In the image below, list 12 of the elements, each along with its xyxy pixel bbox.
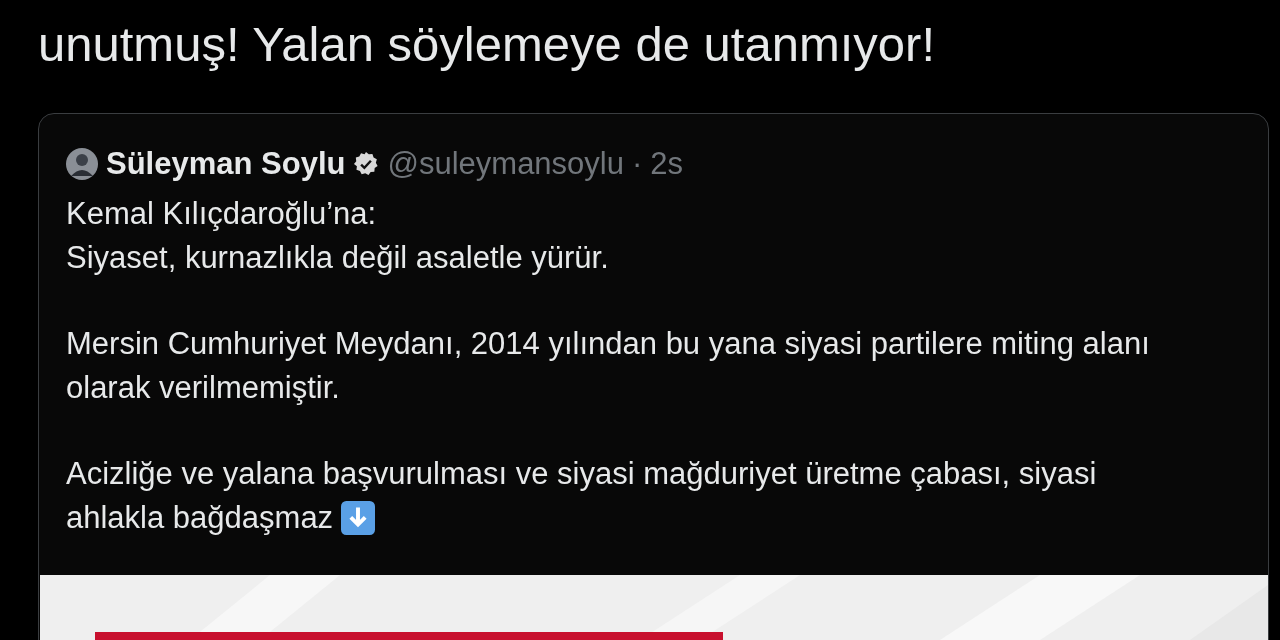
quoted-tweet-text: Acizliğe ve yalana başvurulması ve siyasi mağduriyet üretme çabası, siyasi xyxy=(66,455,1097,493)
separator-dot: · xyxy=(632,144,643,183)
author-handle: @suleymansoylu xyxy=(387,144,624,183)
quoted-tweet-text: olarak verilmemiştir. xyxy=(66,369,340,407)
quoted-tweet-text: Siyaset, kurnazlıkla değil asaletle yürür. xyxy=(66,239,609,277)
quoted-tweet-text: Mersin Cumhuriyet Meydanı, 2014 yılından bu yana siyasi partilere miting alanı xyxy=(66,325,1150,363)
avatar-icon[interactable] xyxy=(66,148,98,180)
tweet-time[interactable]: 2s xyxy=(650,140,684,188)
author-name: Süleyman Soylu xyxy=(106,144,346,183)
quoted-tweet-text: ahlakla bağdaşmaz xyxy=(66,499,334,537)
tweet-text: unutmuş! Yalan söylemeye de utanmıyor! xyxy=(38,16,935,73)
quoted-tweet-text: Kemal Kılıçdaroğlu’na: xyxy=(66,195,377,233)
